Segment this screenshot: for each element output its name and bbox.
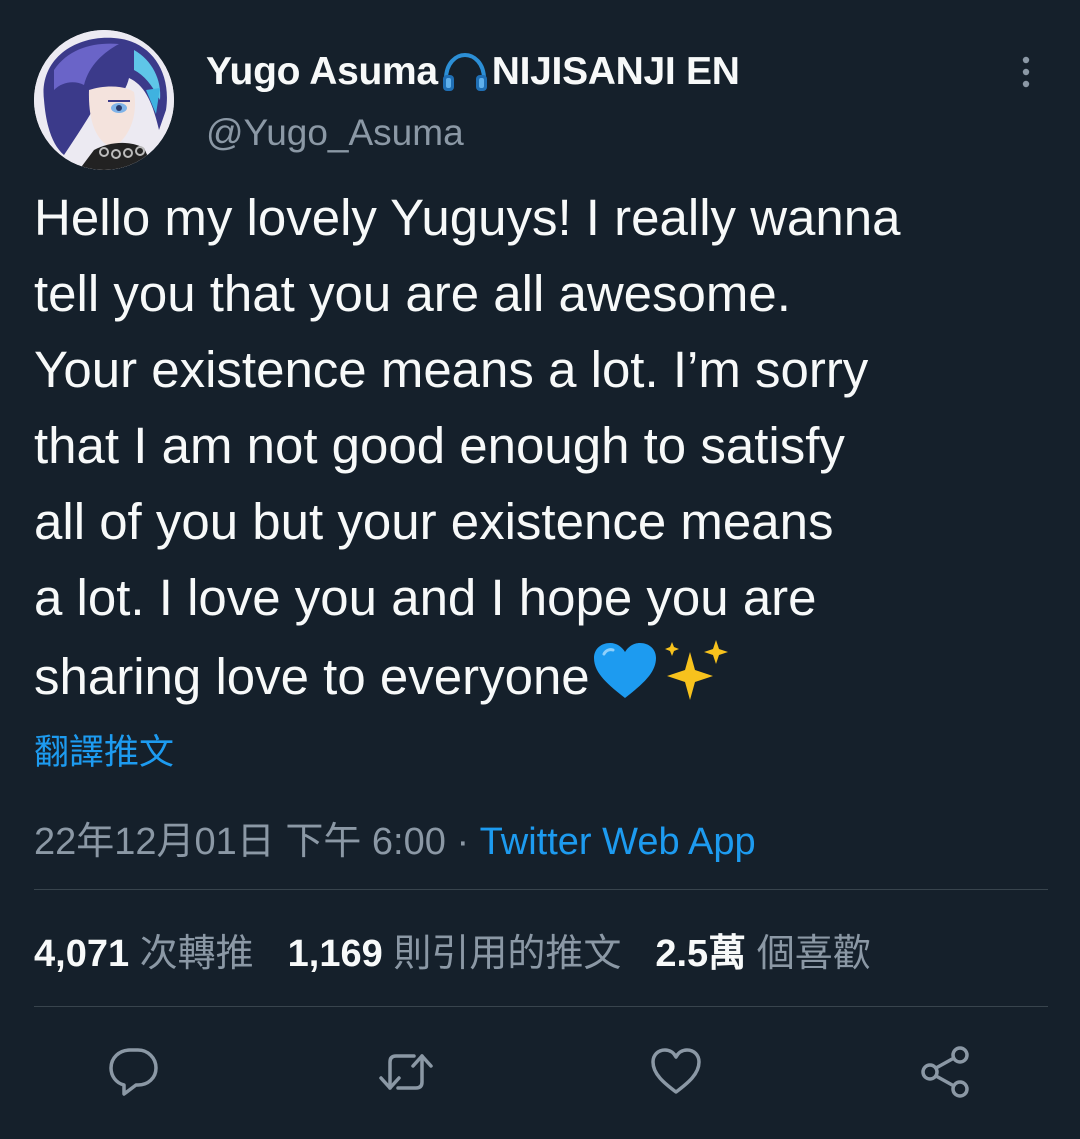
like-button[interactable]: [648, 1044, 704, 1100]
avatar-image: [34, 30, 174, 170]
like-icon: [651, 1048, 701, 1094]
translate-tweet-link[interactable]: 翻譯推文: [34, 724, 174, 775]
divider: [34, 1006, 1048, 1007]
retweets-label: 次轉推: [139, 933, 254, 975]
avatar[interactable]: [34, 30, 174, 170]
tweet-line: all of you but your existence means: [34, 493, 834, 550]
user-handle[interactable]: @Yugo_Asuma: [206, 112, 464, 154]
likes-stat[interactable]: 2.5萬 個喜歡: [655, 922, 870, 977]
more-vertical-icon: [1022, 56, 1030, 88]
likes-count: 2.5萬: [655, 933, 747, 975]
retweets-count: 4,071: [34, 933, 130, 975]
display-name[interactable]: Yugo Asuma: [206, 50, 438, 94]
tweet-text: Hello my lovely Yuguys! I really wanna t…: [34, 180, 1044, 723]
tweet-line: tell you that you are all awesome.: [34, 265, 791, 322]
meta-separator: ·: [456, 821, 470, 863]
tweet-stats: 4,071 次轉推 1,169 則引用的推文 2.5萬 個喜歡: [34, 922, 905, 977]
quotes-label: 則引用的推文: [393, 933, 622, 975]
tweet-line: a lot. I love you and I hope you are: [34, 569, 817, 626]
quotes-count: 1,169: [287, 933, 383, 975]
quotes-stat[interactable]: 1,169 則引用的推文: [288, 922, 622, 977]
tweet-timestamp[interactable]: 22年12月01日 下午 6:00: [34, 821, 446, 863]
display-name-suffix[interactable]: NIJISANJI EN: [492, 50, 740, 94]
share-icon: [921, 1046, 969, 1098]
sparkles-icon: [660, 636, 734, 723]
headphone-icon: [440, 51, 490, 93]
retweet-icon: [379, 1054, 433, 1090]
retweet-button[interactable]: [378, 1044, 434, 1100]
reply-button[interactable]: [106, 1044, 162, 1100]
tweet-meta: 22年12月01日 下午 6:00 · Twitter Web App: [34, 810, 756, 865]
tweet-action-bar: [0, 1044, 1080, 1104]
tweet-source-link[interactable]: Twitter Web App: [480, 821, 756, 863]
tweet-line: Hello my lovely Yuguys! I really wanna: [34, 189, 901, 246]
tweet-line: that I am not good enough to satisfy: [34, 417, 845, 474]
share-button[interactable]: [918, 1044, 974, 1100]
retweets-stat[interactable]: 4,071 次轉推: [34, 922, 254, 977]
tweet-line-last: sharing love to everyone: [34, 636, 1044, 723]
more-options-button[interactable]: [1006, 52, 1046, 92]
tweet-line: Your existence means a lot. I’m sorry: [34, 341, 869, 398]
tweet-line-text: sharing love to everyone: [34, 648, 590, 705]
reply-icon: [109, 1048, 158, 1096]
divider: [34, 889, 1048, 890]
likes-label: 個喜歡: [756, 933, 871, 975]
blue-heart-icon: [590, 640, 660, 723]
display-name-row[interactable]: Yugo Asuma NIJISANJI EN: [206, 46, 740, 98]
